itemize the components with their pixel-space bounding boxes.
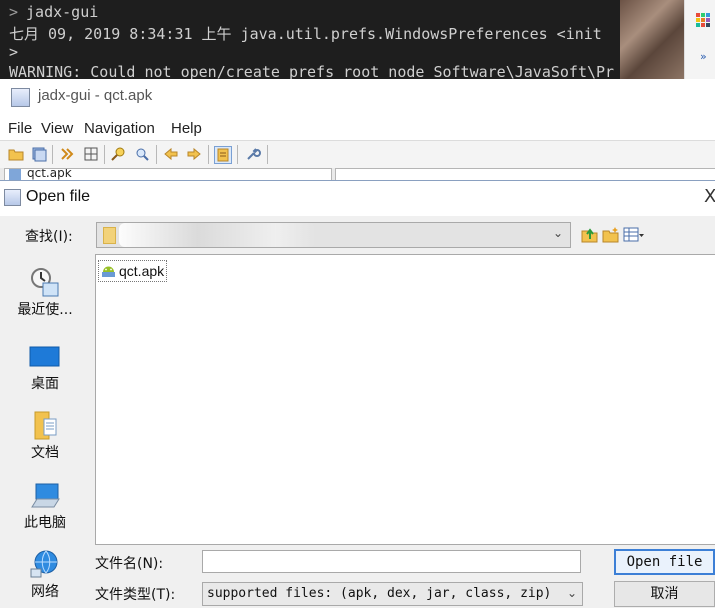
search-class-icon[interactable] bbox=[134, 146, 150, 162]
java-app-icon bbox=[11, 88, 30, 107]
terminal-line: > jadx-gui bbox=[9, 3, 99, 21]
network-globe-icon bbox=[30, 550, 58, 578]
chevron-down-icon[interactable]: ⌄ bbox=[553, 226, 563, 240]
up-folder-icon[interactable] bbox=[581, 226, 598, 243]
window-titlebar: jadx-gui - qct.apk bbox=[0, 79, 715, 115]
new-folder-icon[interactable] bbox=[602, 226, 619, 243]
file-name-label: 文件名(N): bbox=[95, 556, 164, 572]
preferences-wrench-icon[interactable] bbox=[245, 146, 261, 162]
dialog-titlebar: Open file X bbox=[0, 181, 715, 216]
apk-file-icon bbox=[9, 169, 21, 180]
window-title: jadx-gui - qct.apk bbox=[38, 87, 153, 104]
open-folder-icon[interactable] bbox=[8, 146, 24, 162]
look-in-label: 查找(I): bbox=[25, 229, 73, 245]
search-text-icon[interactable] bbox=[110, 146, 126, 162]
menu-file[interactable]: File bbox=[8, 120, 32, 137]
menu-navigation[interactable]: Navigation bbox=[84, 120, 155, 137]
deobfuscation-icon[interactable] bbox=[214, 146, 232, 164]
view-menu-icon[interactable] bbox=[623, 226, 645, 243]
file-type-select[interactable]: supported files: (apk, dex, jar, class, … bbox=[202, 582, 583, 606]
toolbar bbox=[0, 140, 715, 169]
back-arrow-icon[interactable] bbox=[163, 146, 179, 162]
jadx-main-window: jadx-gui - qct.apk File View Navigation … bbox=[0, 79, 715, 181]
terminal-line: 七月 09, 2019 8:34:31 上午 java.util.prefs.W… bbox=[9, 25, 602, 43]
toolbar-separator bbox=[208, 145, 209, 164]
toolbar-separator bbox=[52, 145, 53, 164]
look-in-combo[interactable] bbox=[96, 222, 571, 248]
cancel-button[interactable]: 取消 bbox=[614, 581, 715, 607]
open-file-dialog: Open file X 查找(I): ⌄ 最近使... 桌面 文档 此电脑 网络 bbox=[0, 180, 715, 608]
documents-icon bbox=[34, 411, 57, 440]
menu-view[interactable]: View bbox=[41, 120, 73, 137]
file-type-label: 文件类型(T): bbox=[95, 587, 176, 603]
save-all-icon[interactable] bbox=[31, 146, 47, 162]
folder-icon bbox=[103, 227, 116, 244]
computer-icon bbox=[31, 483, 60, 508]
background-photo bbox=[620, 0, 684, 79]
prompt-symbol: > bbox=[9, 3, 19, 21]
toolbar-separator bbox=[237, 145, 238, 164]
java-app-icon bbox=[4, 189, 21, 206]
tree-root-label: qct.apk bbox=[27, 168, 72, 180]
file-list[interactable]: qct.apk bbox=[95, 254, 715, 545]
file-name-input[interactable] bbox=[202, 550, 581, 573]
close-icon[interactable]: X bbox=[704, 186, 715, 207]
terminal-window: > jadx-gui 七月 09, 2019 8:34:31 上午 java.ut… bbox=[0, 0, 620, 79]
file-name: qct.apk bbox=[119, 263, 165, 279]
recent-items-icon bbox=[31, 268, 59, 297]
sync-tree-icon[interactable] bbox=[59, 146, 75, 162]
open-file-button[interactable]: Open file bbox=[614, 549, 715, 575]
flat-packages-icon[interactable] bbox=[83, 146, 99, 162]
tree-panel: qct.apk bbox=[0, 168, 715, 181]
terminal-line: WARNING: Could not open/create prefs roo… bbox=[9, 63, 615, 79]
dialog-title: Open file bbox=[26, 188, 91, 205]
file-type-value: supported files: (apk, dex, jar, class, … bbox=[207, 586, 552, 601]
toolbar-separator bbox=[156, 145, 157, 164]
apps-grid-icon bbox=[696, 13, 710, 27]
forward-arrow-icon[interactable] bbox=[186, 146, 202, 162]
chevron-down-icon: ⌄ bbox=[567, 586, 578, 600]
places-sidebar: 最近使... 桌面 文档 此电脑 网络 bbox=[0, 255, 90, 608]
toolbar-separator bbox=[267, 145, 268, 164]
menu-bar: File View Navigation Help bbox=[0, 115, 715, 140]
terminal-line: > bbox=[9, 43, 19, 61]
file-item[interactable]: qct.apk bbox=[98, 260, 168, 282]
blurred-path bbox=[119, 223, 315, 247]
desktop-icon bbox=[29, 346, 60, 367]
android-apk-icon bbox=[102, 266, 115, 277]
menu-help[interactable]: Help bbox=[171, 120, 202, 137]
toolbar-separator bbox=[104, 145, 105, 164]
